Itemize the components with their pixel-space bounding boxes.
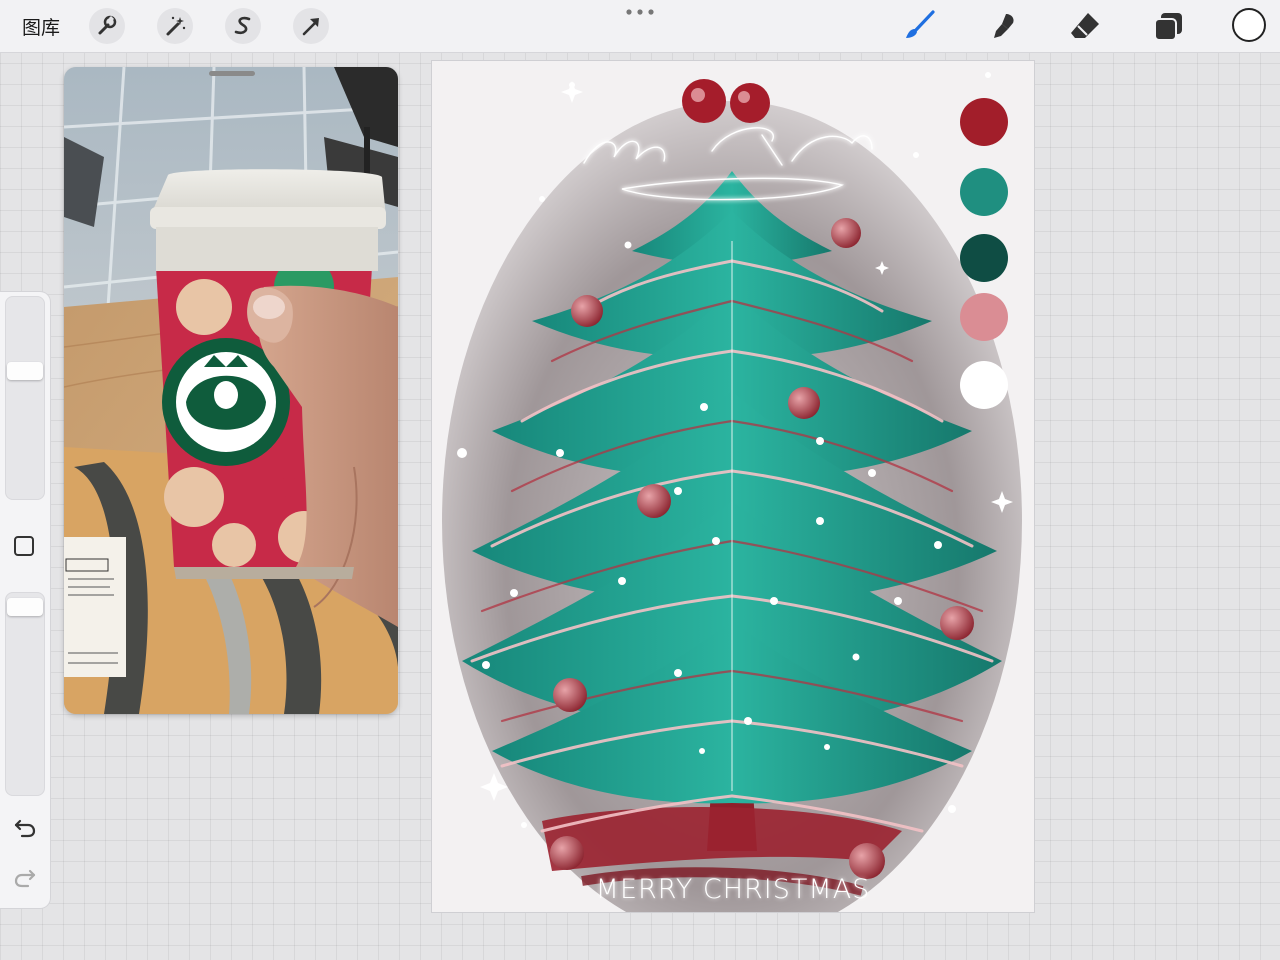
palette-swatch-dark-green[interactable] xyxy=(960,234,1008,282)
christmas-tree-artwork xyxy=(432,61,1034,912)
modify-button[interactable] xyxy=(14,536,34,556)
top-toolbar: 图库 xyxy=(0,0,1280,53)
actions-wrench-icon[interactable] xyxy=(88,7,126,45)
smudge-icon[interactable] xyxy=(984,7,1022,45)
gallery-button[interactable]: 图库 xyxy=(22,13,60,40)
redo-icon[interactable] xyxy=(12,864,38,890)
reference-window[interactable] xyxy=(64,67,398,714)
adjustments-magic-wand-icon[interactable] xyxy=(156,7,194,45)
sidebar-tools xyxy=(0,292,50,908)
selection-s-icon[interactable] xyxy=(224,7,262,45)
layers-icon[interactable] xyxy=(1149,7,1187,45)
color-picker-button[interactable] xyxy=(1232,8,1266,42)
opacity-slider-thumb[interactable] xyxy=(7,598,43,616)
undo-icon[interactable] xyxy=(12,814,38,840)
palette-swatch-pink[interactable] xyxy=(960,293,1008,341)
opacity-slider[interactable] xyxy=(5,592,45,796)
palette-swatch-teal[interactable] xyxy=(960,168,1008,216)
more-options-dots-icon[interactable] xyxy=(622,6,658,18)
drawing-canvas[interactable]: MERRY CHRISTMAS xyxy=(432,61,1034,912)
palette-swatch-red[interactable] xyxy=(960,98,1008,146)
palette-swatch-white[interactable] xyxy=(960,361,1008,409)
brush-size-slider[interactable] xyxy=(5,296,45,500)
reference-photo xyxy=(64,67,398,714)
artwork-bottom-text: MERRY CHRISTMAS xyxy=(595,874,871,905)
eraser-icon[interactable] xyxy=(1066,7,1104,45)
paint-brush-icon[interactable] xyxy=(900,7,938,45)
reference-window-handle[interactable] xyxy=(209,71,255,76)
brush-size-slider-thumb[interactable] xyxy=(7,362,43,380)
transform-arrow-icon[interactable] xyxy=(292,7,330,45)
